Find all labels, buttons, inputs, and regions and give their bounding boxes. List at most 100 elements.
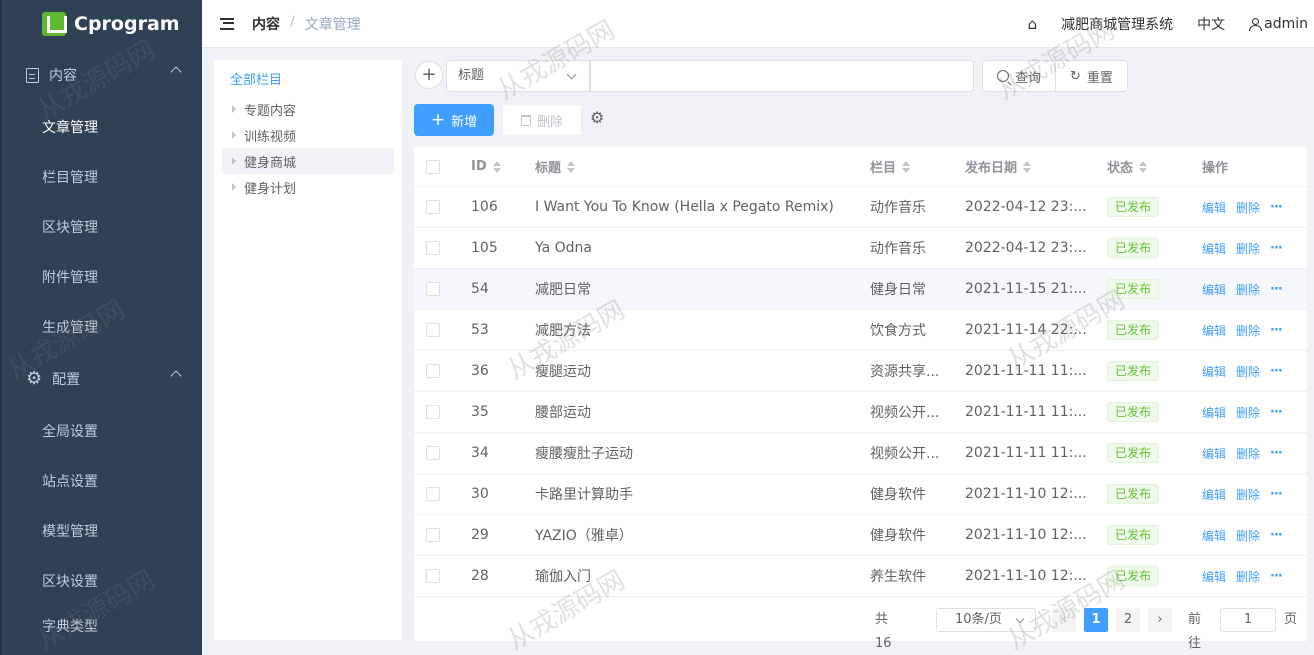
sidebar-item-dictionary[interactable]: 字典类型 xyxy=(2,606,202,636)
edit-link[interactable]: 编辑 xyxy=(1202,568,1226,585)
more-actions-icon[interactable]: ··· xyxy=(1270,241,1282,256)
more-actions-icon[interactable]: ··· xyxy=(1270,569,1282,584)
more-actions-icon[interactable]: ··· xyxy=(1270,487,1282,502)
row-checkbox[interactable] xyxy=(426,405,440,419)
edit-link[interactable]: 编辑 xyxy=(1202,486,1226,503)
caret-right-icon[interactable] xyxy=(232,105,236,113)
delete-link[interactable]: 删除 xyxy=(1236,240,1260,257)
more-actions-icon[interactable]: ··· xyxy=(1270,446,1282,461)
tree-node[interactable]: 专题内容 xyxy=(222,96,394,122)
edit-link[interactable]: 编辑 xyxy=(1202,363,1226,380)
table-row[interactable]: 36 瘦腿运动 资源共享... 2021-11-11 11:... 已发布 编辑 删除 ··· xyxy=(414,351,1307,392)
more-actions-icon[interactable]: ··· xyxy=(1270,200,1282,215)
page-size-select[interactable]: 10条/页 xyxy=(936,608,1036,632)
sidebar-item-block-settings[interactable]: 区块设置 xyxy=(2,556,202,606)
sidebar-item-global-settings[interactable]: 全局设置 xyxy=(2,406,202,456)
edit-link[interactable]: 编辑 xyxy=(1202,281,1226,298)
more-actions-icon[interactable]: ··· xyxy=(1270,323,1282,338)
edit-link[interactable]: 编辑 xyxy=(1202,240,1226,257)
sidebar-item-models[interactable]: 模型管理 xyxy=(2,506,202,556)
goto-page-input[interactable]: 1 xyxy=(1220,608,1276,632)
delete-button[interactable]: 删除 xyxy=(502,104,582,136)
sidebar-item-columns[interactable]: 栏目管理 xyxy=(2,152,202,202)
delete-link[interactable]: 删除 xyxy=(1236,568,1260,585)
menu-group-content[interactable]: 内容 xyxy=(2,48,202,102)
row-checkbox[interactable] xyxy=(426,487,440,501)
delete-link[interactable]: 删除 xyxy=(1236,199,1260,216)
language-switch[interactable]: 中文 xyxy=(1197,14,1225,34)
table-row[interactable]: 53 减肥方法 饮食方式 2021-11-14 22:... 已发布 编辑 删除 ··· xyxy=(414,310,1307,351)
next-page-button[interactable]: › xyxy=(1148,608,1172,632)
caret-right-icon[interactable] xyxy=(232,131,236,139)
sidebar-item-generate[interactable]: 生成管理 xyxy=(2,302,202,352)
row-checkbox[interactable] xyxy=(426,282,440,296)
table-row[interactable]: 105 Ya Odna 动作音乐 2022-04-12 23:... 已发布 编辑 删除 ··… xyxy=(414,228,1307,269)
edit-link[interactable]: 编辑 xyxy=(1202,199,1226,216)
column-header-status[interactable]: 状态 xyxy=(1107,147,1148,186)
add-button[interactable]: + 新增 xyxy=(414,104,494,136)
row-checkbox[interactable] xyxy=(426,364,440,378)
settings-icon[interactable]: ⚙ xyxy=(590,110,604,126)
column-header-date[interactable]: 发布日期 xyxy=(965,147,1032,186)
search-input[interactable] xyxy=(590,60,974,92)
home-icon[interactable]: ⌂ xyxy=(1028,15,1038,33)
table-row[interactable]: 34 瘦腰瘦肚子运动 视频公开... 2021-11-11 11:... 已发布 编辑 删除… xyxy=(414,433,1307,474)
more-actions-icon[interactable]: ··· xyxy=(1270,528,1282,543)
table-row[interactable]: 54 减肥日常 健身日常 2021-11-15 21:... 已发布 编辑 删除 ··· xyxy=(414,269,1307,310)
edit-link[interactable]: 编辑 xyxy=(1202,404,1226,421)
table-row[interactable]: 106 I Want You To Know (Hella x Pegato Re… xyxy=(414,187,1307,228)
sort-icon[interactable] xyxy=(902,160,911,173)
column-header-id[interactable]: ID xyxy=(471,147,501,186)
reset-button[interactable]: ↻ 重置 xyxy=(1056,60,1128,92)
caret-right-icon[interactable] xyxy=(232,157,236,165)
row-checkbox[interactable] xyxy=(426,323,440,337)
table-row[interactable]: 30 卡路里计算助手 健身软件 2021-11-10 12:... 已发布 编辑 删除 ··· xyxy=(414,474,1307,515)
sidebar-item-attachments[interactable]: 附件管理 xyxy=(2,252,202,302)
logo[interactable]: Cprogram xyxy=(2,0,202,48)
delete-link[interactable]: 删除 xyxy=(1236,404,1260,421)
table-row[interactable]: 28 瑜伽入门 养生软件 2021-11-10 12:... 已发布 编辑 删除 ··· xyxy=(414,556,1307,597)
row-checkbox[interactable] xyxy=(426,528,440,542)
more-actions-icon[interactable]: ··· xyxy=(1270,282,1282,297)
menu-toggle-icon[interactable] xyxy=(220,17,234,30)
user-menu[interactable]: admin xyxy=(1249,16,1308,32)
table-row[interactable]: 35 腰部运动 视频公开... 2021-11-11 11:... 已发布 编辑 删除 ··· xyxy=(414,392,1307,433)
delete-link[interactable]: 删除 xyxy=(1236,281,1260,298)
edit-link[interactable]: 编辑 xyxy=(1202,527,1226,544)
caret-right-icon[interactable] xyxy=(232,183,236,191)
tree-node[interactable]: 健身商城 xyxy=(222,148,394,174)
query-button[interactable]: 查询 xyxy=(982,60,1057,92)
table-row[interactable]: 29 YAZIO（雅卓） 健身软件 2021-11-10 12:... 已发布 编辑 删除 ·… xyxy=(414,515,1307,556)
delete-link[interactable]: 删除 xyxy=(1236,527,1260,544)
row-checkbox[interactable] xyxy=(426,200,440,214)
sidebar-item-blocks[interactable]: 区块管理 xyxy=(2,202,202,252)
column-header-category[interactable]: 栏目 xyxy=(870,147,911,186)
add-condition-button[interactable]: + xyxy=(415,61,443,89)
sort-icon[interactable] xyxy=(567,160,576,173)
menu-group-config[interactable]: ⚙ 配置 xyxy=(2,352,202,406)
row-checkbox[interactable] xyxy=(426,446,440,460)
more-actions-icon[interactable]: ··· xyxy=(1270,405,1282,420)
delete-link[interactable]: 删除 xyxy=(1236,445,1260,462)
page-button[interactable]: 1 xyxy=(1084,608,1108,632)
edit-link[interactable]: 编辑 xyxy=(1202,322,1226,339)
sort-icon[interactable] xyxy=(492,160,501,173)
tree-root[interactable]: 全部栏目 xyxy=(214,70,402,92)
more-actions-icon[interactable]: ··· xyxy=(1270,364,1282,379)
select-all-checkbox[interactable] xyxy=(426,159,440,174)
system-name[interactable]: 减肥商城管理系统 xyxy=(1061,14,1173,34)
column-header-title[interactable]: 标题 xyxy=(535,147,576,186)
sort-icon[interactable] xyxy=(1023,160,1032,173)
search-field-select[interactable]: 标题 xyxy=(446,60,590,92)
row-checkbox[interactable] xyxy=(426,569,440,583)
sidebar-item-site-settings[interactable]: 站点设置 xyxy=(2,456,202,506)
delete-link[interactable]: 删除 xyxy=(1236,363,1260,380)
breadcrumb-item[interactable]: 内容 xyxy=(252,14,280,34)
tree-node[interactable]: 健身计划 xyxy=(222,174,394,200)
delete-link[interactable]: 删除 xyxy=(1236,322,1260,339)
sort-icon[interactable] xyxy=(1139,160,1148,173)
page-button[interactable]: 2 xyxy=(1116,608,1140,632)
row-checkbox[interactable] xyxy=(426,241,440,255)
edit-link[interactable]: 编辑 xyxy=(1202,445,1226,462)
delete-link[interactable]: 删除 xyxy=(1236,486,1260,503)
